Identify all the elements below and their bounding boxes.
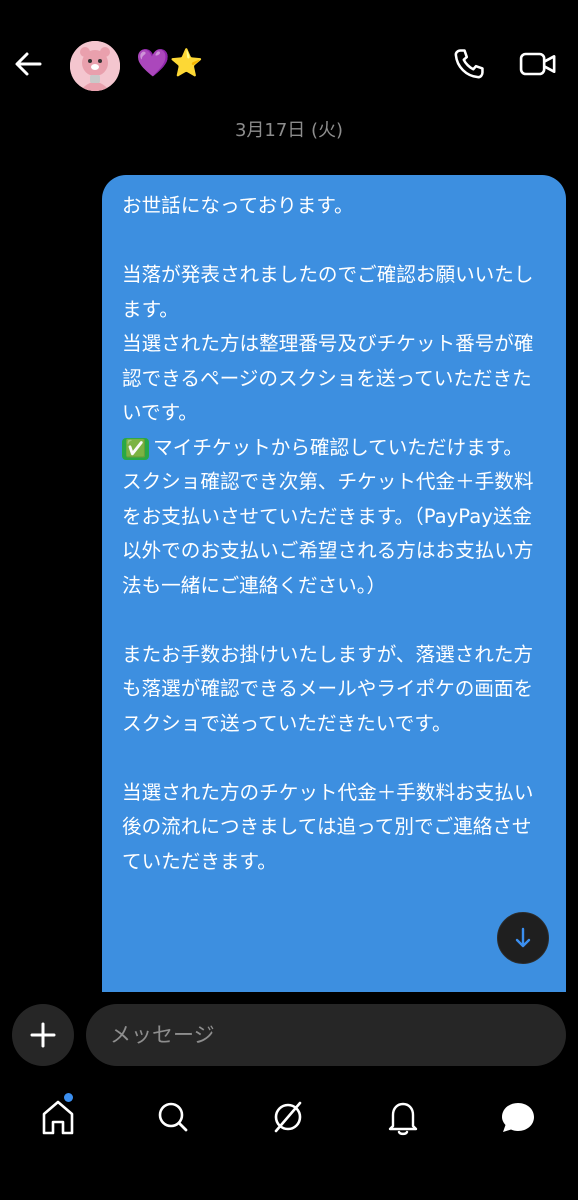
- voice-call-button[interactable]: [450, 45, 488, 83]
- nav-search[interactable]: [148, 1095, 198, 1139]
- back-button[interactable]: [10, 45, 48, 83]
- nav-explore[interactable]: [263, 1095, 313, 1139]
- message-line: マイチケットから確認していただけます。 スクショ確認でき次第、チケット代金＋手数…: [122, 435, 534, 597]
- home-notification-dot: [64, 1093, 73, 1102]
- message-paragraph: 当選された方のチケット代金＋手数料お支払い後の流れにつきましては追って別でご連絡…: [122, 780, 534, 873]
- contact-display-name[interactable]: 💜⭐: [136, 46, 203, 82]
- add-attachment-button[interactable]: [12, 1004, 74, 1066]
- message-input[interactable]: [86, 1004, 566, 1066]
- plus-icon: [30, 1022, 56, 1048]
- video-call-button[interactable]: [518, 45, 558, 83]
- message-paragraph: ✅ マイチケットから確認していただけます。 スクショ確認でき次第、チケット代金＋手…: [122, 431, 548, 604]
- message-paragraph: お世話になっております。: [122, 194, 354, 217]
- search-icon: [158, 1102, 188, 1132]
- video-camera-icon: [519, 52, 556, 76]
- notifications-bell-icon: [388, 1102, 418, 1136]
- arrow-left-icon: [15, 52, 42, 76]
- date-separator: 3月17日 (火): [234, 120, 344, 141]
- message-text: お世話になっております。 当落が発表されましたのでご確認お願いいたします。 当選…: [102, 175, 566, 879]
- avatar[interactable]: [70, 41, 120, 91]
- arrow-down-icon: [515, 927, 531, 948]
- explore-icon: [274, 1101, 302, 1133]
- message-bubble[interactable]: お世話になっております。 当落が発表されましたのでご確認お願いいたします。 当選…: [102, 175, 566, 1005]
- nav-messages[interactable]: [493, 1095, 543, 1139]
- chat-header: 💜⭐: [0, 0, 578, 130]
- home-icon: [42, 1100, 74, 1135]
- nav-home[interactable]: [33, 1095, 83, 1139]
- phone-icon: [454, 49, 484, 79]
- message-spacer: [122, 741, 548, 776]
- message-composer: [0, 992, 578, 1078]
- scroll-to-bottom-button[interactable]: [497, 912, 549, 964]
- messages-icon: [502, 1103, 534, 1132]
- message-paragraph: 当落が発表されましたのでご確認お願いいたします。 当選された方は整理番号及びチケ…: [122, 263, 534, 424]
- message-spacer: [122, 224, 548, 259]
- message-paragraph: またお手数お掛けいたしますが、落選された方も落選が確認できるメールやライポケの画…: [122, 642, 534, 735]
- nav-notifications[interactable]: [378, 1095, 428, 1139]
- check-mark-emoji: ✅: [122, 437, 150, 460]
- message-spacer: [122, 603, 548, 638]
- bottom-navigation: [0, 1078, 578, 1200]
